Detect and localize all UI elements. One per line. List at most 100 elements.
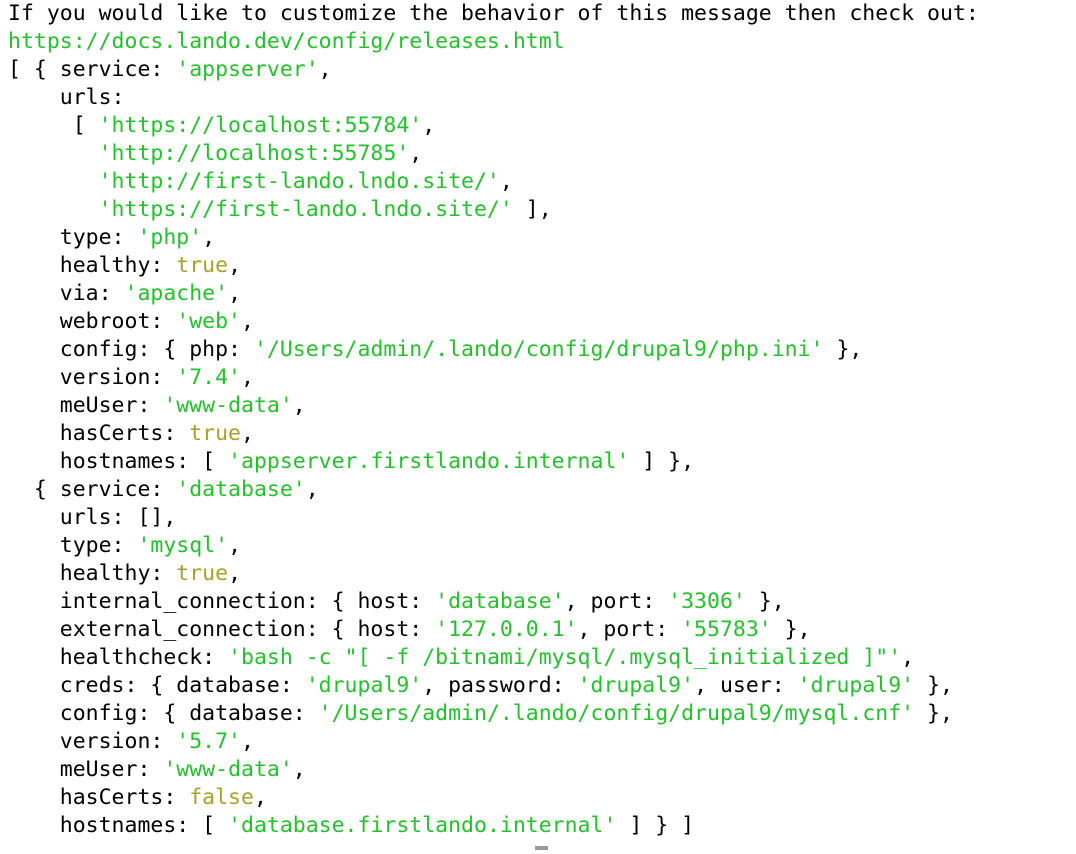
terminal-line: hasCerts: true, [0,420,1076,448]
terminal-token-str: 'database' [435,589,565,614]
terminal-token-str: 'apache' [124,281,229,306]
terminal-token-plain: }, [771,617,811,642]
terminal-token-plain: , [228,281,242,306]
terminal-line: hostnames: [ 'appserver.firstlando.inter… [0,448,1076,476]
terminal-token-plain: internal_connection: { host: [8,589,436,614]
terminal-token-plain: ], [512,197,552,222]
terminal-token-plain: , [422,113,436,138]
terminal-line: config: { php: '/Users/admin/.lando/conf… [0,336,1076,364]
terminal-token-bool: false [189,785,254,810]
terminal-token-plain: , [241,365,254,390]
terminal-token-plain: , [228,253,242,278]
terminal-token-str: 'http://localhost:55785' [98,141,410,166]
terminal-line: internal_connection: { host: 'database',… [0,588,1076,616]
terminal-line: meUser: 'www-data', [0,392,1076,420]
terminal-line: healthy: true, [0,560,1076,588]
terminal-token-plain: , [318,57,332,82]
terminal-token-plain: urls: [8,85,125,110]
terminal-token-plain: external_connection: { host: [8,617,436,642]
terminal-line: via: 'apache', [0,280,1076,308]
terminal-token-bool: true [176,561,229,586]
terminal-line: hasCerts: false, [0,784,1076,812]
terminal-token-str: 'appserver.firstlando.internal' [228,449,630,474]
terminal-token-plain: healthcheck: [8,645,229,670]
terminal-token-plain: , [305,477,319,502]
terminal-token-str: 'database' [176,477,306,502]
terminal-line: webroot: 'web', [0,308,1076,336]
terminal-token-bool: true [189,421,241,446]
terminal-token-str: '7.4' [176,365,242,390]
terminal-token-plain: , [901,645,915,670]
terminal-line: [ 'https://localhost:55784', [0,112,1076,140]
terminal-token-plain: via: [8,281,125,306]
terminal-token-plain: type: [8,225,138,250]
terminal-token-plain: meUser: [8,757,164,782]
terminal-token-plain: healthy: [8,253,177,278]
terminal-token-plain: , [241,729,254,754]
terminal-token-plain: }, [914,701,953,726]
terminal-token-str: '3306' [668,589,746,614]
terminal-output-pane[interactable]: If you would like to customize the behav… [0,0,1076,854]
terminal-token-plain: , port: [577,617,682,642]
terminal-line: 'http://localhost:55785', [0,140,1076,168]
terminal-token-plain: ] }, [629,449,695,474]
terminal-token-str: 'http://first-lando.lndo.site/' [98,169,500,194]
terminal-token-plain: [ [8,113,99,138]
terminal-token-plain: version: [8,365,177,390]
terminal-token-plain: hasCerts: [8,785,190,810]
terminal-token-str: 'drupal9' [305,673,423,698]
terminal-token-str: 'https://localhost:55784' [98,113,423,138]
terminal-token-plain: , [499,169,513,194]
terminal-token-url[interactable]: https://docs.lando.dev/config/releases.h… [8,29,565,54]
terminal-token-plain: , [409,141,423,166]
terminal-token-plain: creds: { database: [8,673,306,698]
terminal-token-plain: , [202,225,216,250]
terminal-token-str: '5.7' [176,729,242,754]
terminal-token-plain: , [292,757,306,782]
terminal-token-bool: true [176,253,229,278]
terminal-line: version: '5.7', [0,728,1076,756]
terminal-token-str: 'www-data' [163,393,293,418]
terminal-token-plain: , [228,561,242,586]
terminal-token-plain [8,197,99,222]
terminal-token-plain: , [253,785,267,810]
terminal-token-plain [8,141,99,166]
terminal-token-plain: config: { database: [8,701,319,726]
terminal-token-str: '/Users/admin/.lando/config/drupal9/php.… [253,337,824,362]
terminal-token-str: 'php' [137,225,203,250]
terminal-token-str: 'drupal9' [797,673,915,698]
terminal-token-plain: type: [8,533,138,558]
terminal-token-plain: meUser: [8,393,164,418]
terminal-line: hostnames: [ 'database.firstlando.intern… [0,812,1076,840]
terminal-token-plain: , [292,393,306,418]
terminal-line: meUser: 'www-data', [0,756,1076,784]
terminal-line: If you would like to customize the behav… [0,0,1076,28]
terminal-token-str: 'appserver' [176,57,319,82]
terminal-token-plain: }, [823,337,863,362]
terminal-token-plain: urls: [], [8,505,177,530]
terminal-line: 'https://first-lando.lndo.site/' ], [0,196,1076,224]
terminal-token-plain: , [241,421,254,446]
terminal-line: external_connection: { host: '127.0.0.1'… [0,616,1076,644]
terminal-token-plain: , [228,533,242,558]
terminal-token-plain: { service: [8,477,177,502]
terminal-token-str: 'drupal9' [577,673,695,698]
terminal-token-plain: , [241,309,254,334]
terminal-line: urls: [], [0,504,1076,532]
terminal-token-plain: , port: [564,589,669,614]
terminal-line: https://docs.lando.dev/config/releases.h… [0,28,1076,56]
terminal-token-plain: }, [914,673,953,698]
terminal-line: healthy: true, [0,252,1076,280]
terminal-line: version: '7.4', [0,364,1076,392]
terminal-token-plain: hasCerts: [8,421,190,446]
terminal-token-str: '55783' [681,617,772,642]
terminal-token-plain: , user: [694,673,798,698]
terminal-line: { service: 'database', [0,476,1076,504]
terminal-token-plain: hostnames: [ [8,813,229,838]
terminal-line: healthcheck: 'bash -c "[ -f /bitnami/mys… [0,644,1076,672]
terminal-token-str: 'https://first-lando.lndo.site/' [98,197,513,222]
terminal-line: config: { database: '/Users/admin/.lando… [0,700,1076,728]
terminal-line: creds: { database: 'drupal9', password: … [0,672,1076,700]
terminal-token-plain: ] } ] [616,813,695,838]
terminal-token-plain: webroot: [8,309,177,334]
